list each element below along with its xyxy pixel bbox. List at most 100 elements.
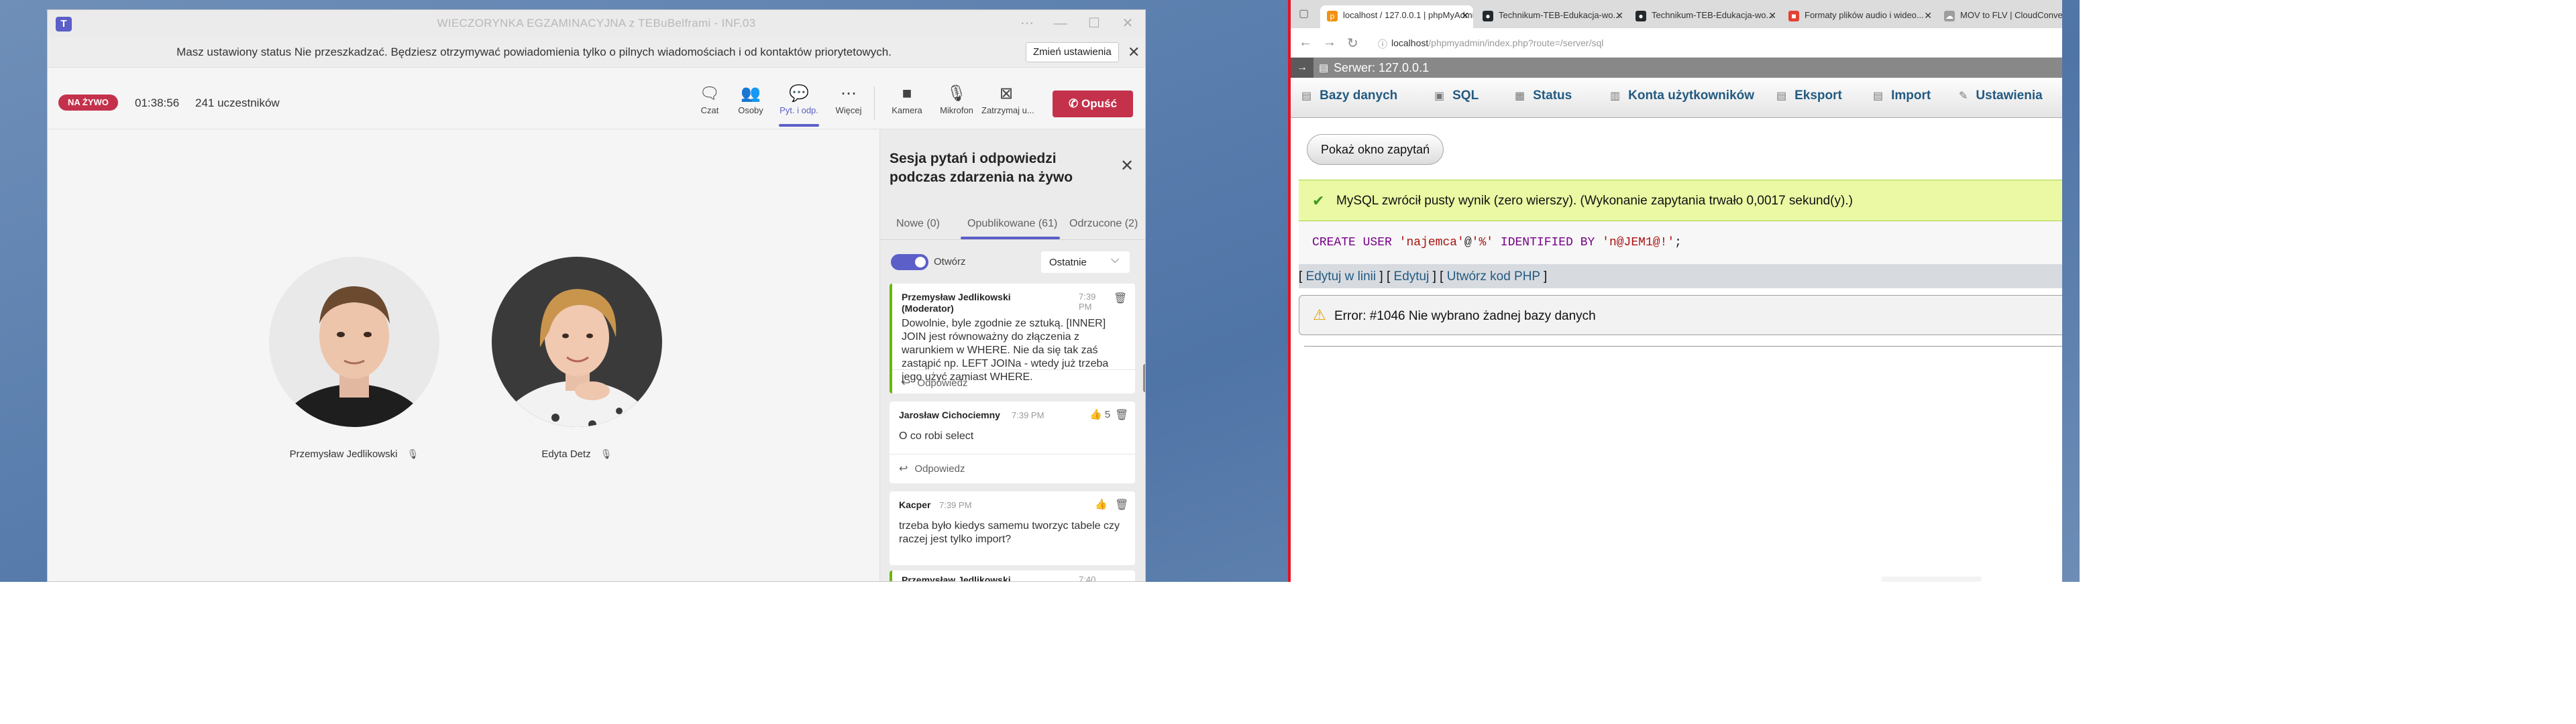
participant-photo — [269, 257, 439, 427]
browser-tab[interactable]: ● Technikum-TEB-Edukacja-wo... ✕ — [1476, 5, 1627, 28]
open-toggle[interactable] — [891, 254, 928, 270]
site-info-icon[interactable]: ⓘ — [1378, 38, 1387, 51]
teams-titlebar: T WIECZORYNKA EGZAMINACYJNA z TEBuBelfra… — [48, 10, 1145, 37]
tab-import[interactable]: ▤ Import — [1873, 88, 1931, 103]
question-time-value: 7:39 — [1079, 292, 1096, 302]
chevron-down-icon: ⌵ — [1111, 254, 1120, 265]
sql-semicolon: ; — [1674, 236, 1682, 249]
people-label: Osoby — [738, 105, 763, 115]
question-author: Przemysław Jedlikowski (Moderator) — [902, 292, 1011, 314]
tab-databases[interactable]: ▤ Bazy danych — [1301, 88, 1397, 103]
change-settings-button[interactable]: Zmień ustawienia — [1026, 42, 1119, 62]
delete-icon[interactable]: 🗑 — [1114, 292, 1127, 305]
tab-title: localhost / 127.0.0.1 | phpMyAdmin — [1343, 10, 1473, 20]
question-time: 7:39 PM — [939, 500, 972, 510]
teams-window: T WIECZORYNKA EGZAMINACYJNA z TEBuBelfra… — [47, 9, 1146, 582]
reply-label: Odpowiedz — [917, 377, 968, 389]
error-message-text: Error: #1046 Nie wybrano żadnej bazy dan… — [1334, 309, 1596, 323]
participant-name-label: Przemysław Jedlikowski — [289, 448, 398, 460]
qa-scrollbar[interactable] — [1143, 364, 1145, 392]
microphone-button[interactable]: 🎙 Mikrofon — [932, 82, 981, 124]
stop-share-button[interactable]: ⊠ Zatrzymaj u... — [981, 82, 1034, 124]
tab-new[interactable]: Nowe (0) — [896, 218, 940, 230]
more-button[interactable]: ⋯ Więcej — [824, 82, 873, 124]
more-label: Więcej — [835, 105, 862, 115]
browser-tab[interactable]: ● Technikum-TEB-Edukacja-wo... ✕ — [1629, 5, 1780, 28]
browser-tab[interactable]: ■ Formaty plików audio i wideo... ✕ — [1782, 5, 1936, 28]
close-window-button[interactable]: ✕ — [1114, 14, 1141, 33]
maximize-button[interactable]: ☐ — [1081, 14, 1108, 33]
tab-published[interactable]: Opublikowane (61) — [967, 218, 1057, 230]
reply-button[interactable]: ↩ Odpowiedz — [902, 376, 967, 389]
query-actions: [ Edytuj w linii ] [ Edytuj ] [ Utwórz k… — [1299, 264, 2062, 288]
show-query-window-button[interactable]: Pokaż okno zapytań — [1307, 134, 1444, 165]
github-favicon-icon: ● — [1483, 11, 1493, 21]
microphone-icon: 🎙 — [946, 84, 967, 103]
like-button[interactable]: 👍 5 — [1089, 408, 1110, 420]
browser-tab[interactable]: p localhost / 127.0.0.1 | phpMyAdmin ✕ — [1320, 5, 1473, 28]
open-toggle-label: Otwórz — [934, 256, 966, 267]
tab-databases-label: Bazy danych — [1320, 88, 1398, 103]
reload-icon[interactable]: ↻ — [1347, 35, 1358, 52]
microphone-label: Mikrofon — [940, 105, 973, 115]
reply-arrow-icon: ↩ — [902, 377, 911, 389]
databases-icon: ▤ — [1301, 90, 1312, 102]
participant-tile[interactable]: Przemysław Jedlikowski 🎙 — [269, 257, 439, 460]
close-tab-icon[interactable]: ✕ — [1768, 5, 1776, 25]
close-qa-icon[interactable]: ✕ — [1120, 156, 1134, 176]
close-banner-icon[interactable]: ✕ — [1128, 44, 1140, 61]
minimize-button[interactable]: — — [1047, 14, 1074, 33]
question-time-ampm: PM — [1079, 302, 1092, 312]
people-button[interactable]: 👥 Osoby — [726, 82, 775, 124]
url-input[interactable]: localhost/phpmyadmin/index.php?route=/se… — [1391, 38, 1603, 48]
back-icon[interactable]: ← — [1299, 35, 1312, 50]
meeting-duration: 01:38:56 — [135, 97, 180, 109]
tab-dismissed[interactable]: Odrzucone (2) — [1069, 218, 1138, 230]
settings-icon: ✎ — [1959, 90, 1968, 102]
leave-button[interactable]: ✆ Opuść — [1053, 90, 1133, 117]
question-time: 7:39 PM — [1079, 292, 1095, 312]
sort-dropdown-value: Ostatnie — [1049, 257, 1087, 268]
server-link[interactable]: Serwer: 127.0.0.1 — [1334, 61, 1429, 75]
reply-label: Odpowiedz — [914, 463, 965, 475]
edit-link[interactable]: Edytuj — [1394, 269, 1430, 284]
tab-sql-label: SQL — [1452, 88, 1479, 103]
browser-tab[interactable]: ☁ MOV to FLV | CloudConvert — [1937, 5, 2062, 28]
thumbs-up-icon[interactable]: 👍 — [1095, 498, 1108, 510]
close-tab-icon[interactable]: ✕ — [1615, 5, 1623, 25]
tab-title: Technikum-TEB-Edukacja-wo... — [1652, 10, 1774, 20]
tab-user-accounts[interactable]: ▥ Konta użytkowników — [1610, 88, 1754, 103]
participant-photo — [492, 257, 662, 427]
camera-button[interactable]: ■ Kamera — [882, 82, 932, 124]
tab-sql[interactable]: ▣ SQL — [1434, 88, 1479, 103]
delete-icon[interactable]: 🗑 — [1115, 408, 1128, 422]
page-footer-artifact — [1881, 577, 1982, 582]
reply-button[interactable]: ↩ Odpowiedz — [899, 462, 965, 475]
close-tab-icon[interactable]: ✕ — [1924, 5, 1932, 25]
window-title: WIECZORYNKA EGZAMINACYJNA z TEBuBelframi… — [437, 17, 756, 29]
tab-status[interactable]: ▦ Status — [1515, 88, 1572, 103]
forward-icon[interactable]: → — [1323, 35, 1336, 50]
tab-settings[interactable]: ✎ Ustawienia — [1959, 88, 2043, 103]
more-options-icon[interactable]: ⋯ — [1014, 14, 1040, 33]
tab-export[interactable]: ▤ Eksport — [1776, 88, 1842, 103]
avatar — [269, 257, 439, 427]
tab-title: Technikum-TEB-Edukacja-wo... — [1499, 10, 1621, 20]
participant-name: Przemysław Jedlikowski 🎙 — [269, 448, 439, 460]
edit-inline-link[interactable]: Edytuj w linii — [1306, 269, 1377, 284]
sort-dropdown[interactable]: Ostatnie ⌵ — [1041, 251, 1130, 273]
participant-tile[interactable]: Edyta Detz 🎙 — [492, 257, 662, 460]
close-tab-icon[interactable]: ✕ — [1461, 5, 1469, 25]
attendee-count: 241 uczestników — [195, 97, 280, 109]
question-time: 7:40 — [1079, 575, 1096, 582]
tab-actions-icon[interactable]: ▢ — [1299, 7, 1309, 20]
tab-title: MOV to FLV | CloudConvert — [1960, 10, 2062, 20]
participant-name-label: Edyta Detz — [541, 448, 591, 460]
qa-panel: Sesja pytań i odpowiedzi podczas zdarzen… — [879, 129, 1145, 582]
question-card: Przemysław Jedlikowski 7:40 — [890, 570, 1135, 582]
collapse-navigation-icon[interactable]: → — [1291, 58, 1313, 78]
create-php-code-link[interactable]: Utwórz kod PHP — [1447, 269, 1540, 284]
qa-button[interactable]: 💬 Pyt. i odp. — [774, 82, 824, 124]
stop-share-label: Zatrzymaj u... — [981, 105, 1034, 115]
delete-icon[interactable]: 🗑 — [1115, 498, 1128, 511]
